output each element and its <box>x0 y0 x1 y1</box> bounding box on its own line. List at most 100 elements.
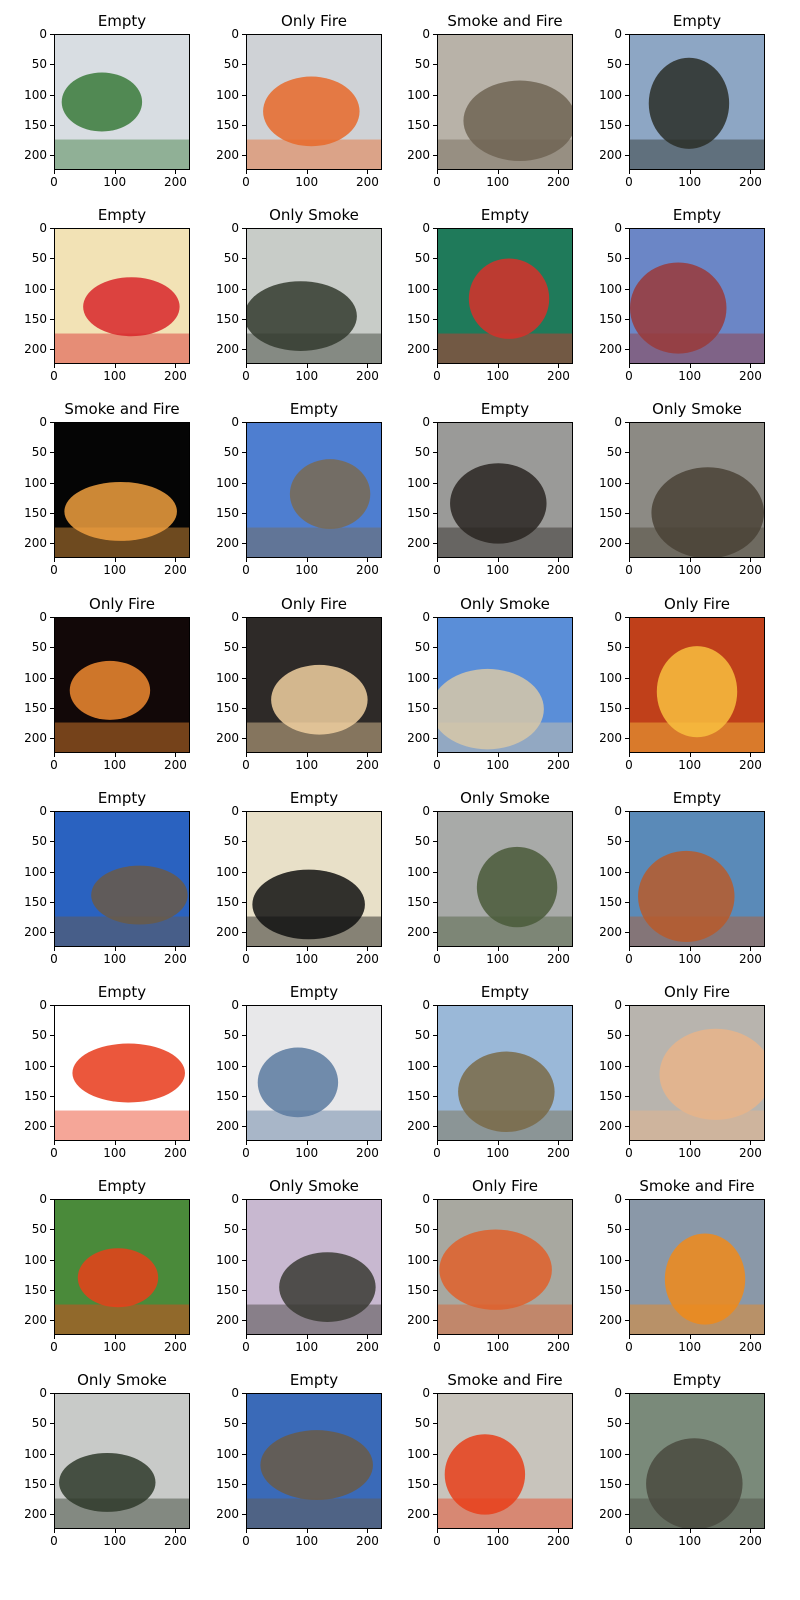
y-tick-mark <box>625 64 629 66</box>
y-tick-label: 200 <box>407 536 430 551</box>
scene-aerial-wildfire <box>438 1394 572 1528</box>
y-tick-label: 50 <box>223 1222 239 1237</box>
x-tick-label: 0 <box>625 1146 633 1160</box>
y-tick-label: 50 <box>606 57 622 72</box>
y-tick-label: 100 <box>599 864 622 879</box>
y-tick-mark <box>625 1199 629 1200</box>
y-tick-label: 0 <box>39 221 47 235</box>
y-tick-mark <box>50 1290 54 1292</box>
y-tick-label: 50 <box>31 57 47 72</box>
y-tick-mark <box>433 1005 437 1006</box>
x-tick-mark <box>367 170 369 174</box>
x-tick-label: 0 <box>242 758 250 772</box>
y-tick-mark <box>242 1199 246 1200</box>
y-tick-label: 50 <box>31 1222 47 1237</box>
y-tick-label: 0 <box>614 804 622 818</box>
x-tick-mark <box>689 1335 691 1339</box>
y-tick-label: 150 <box>599 1089 622 1104</box>
x-tick-label: 100 <box>295 952 319 966</box>
x-tick-label: 200 <box>163 563 187 577</box>
y-tick-label: 100 <box>407 1446 430 1461</box>
y-tick-label: 150 <box>216 1283 239 1298</box>
panel-image <box>54 228 190 364</box>
y-tick-label: 100 <box>599 281 622 296</box>
y-tick-mark <box>625 482 629 484</box>
panel-title: Only Fire <box>89 595 155 613</box>
y-tick-label: 0 <box>231 804 239 818</box>
y-tick-mark <box>433 871 437 873</box>
y-tick-mark <box>433 288 437 290</box>
panel-image <box>437 811 573 947</box>
y-tick-mark <box>625 871 629 873</box>
x-tick-label: 0 <box>625 563 633 577</box>
x-tick-label: 200 <box>546 175 570 189</box>
y-tick-label: 150 <box>599 1283 622 1298</box>
x-tick-mark <box>246 170 247 174</box>
x-tick-mark <box>114 1141 116 1145</box>
x-tick-mark <box>246 753 247 757</box>
x-tick-mark <box>54 170 55 174</box>
panel-image <box>246 34 382 170</box>
scene-cable-car-view <box>247 1394 381 1528</box>
y-tick-label: 0 <box>231 610 239 624</box>
y-tick-mark <box>242 677 246 679</box>
x-tick-label: 200 <box>163 175 187 189</box>
y-tick-mark <box>433 677 437 679</box>
y-tick-label: 100 <box>407 1058 430 1073</box>
y-tick-label: 50 <box>31 445 47 460</box>
scene-ground <box>55 916 189 946</box>
y-tick-mark <box>50 349 54 351</box>
y-tick-mark <box>50 932 54 934</box>
y-tick-mark <box>242 1126 246 1128</box>
x-tick-label: 0 <box>242 1146 250 1160</box>
scene-ground <box>630 722 764 752</box>
y-tick-label: 200 <box>407 1119 430 1134</box>
y-tick-mark <box>433 482 437 484</box>
y-tick-mark <box>50 647 54 649</box>
y-tick-mark <box>50 677 54 679</box>
y-tick-label: 100 <box>407 87 430 102</box>
panel-title: Only Smoke <box>460 789 550 807</box>
x-tick-label: 100 <box>103 369 127 383</box>
scene-aerial-mountains <box>55 812 189 946</box>
y-tick-label: 50 <box>606 640 622 655</box>
x-tick-mark <box>689 947 691 951</box>
x-tick-mark <box>750 1529 752 1533</box>
x-tick-mark <box>175 1529 177 1533</box>
y-tick-mark <box>625 288 629 290</box>
panel-image <box>54 617 190 753</box>
y-tick-mark <box>433 125 437 127</box>
y-tick-mark <box>625 452 629 454</box>
scene-classroom <box>630 229 764 363</box>
scene-misty-forest <box>247 1200 381 1334</box>
y-tick-label: 200 <box>407 148 430 163</box>
scene-ground <box>247 722 381 752</box>
x-tick-label: 0 <box>433 1340 441 1354</box>
scene-ground <box>630 333 764 363</box>
x-tick-label: 100 <box>678 1340 702 1354</box>
panel-title: Empty <box>289 789 339 807</box>
y-tick-mark <box>50 1514 54 1516</box>
x-tick-label: 100 <box>295 758 319 772</box>
x-tick-label: 200 <box>546 1534 570 1548</box>
scene-forest-smoke <box>247 229 381 363</box>
y-tick-mark <box>625 422 629 423</box>
y-tick-label: 0 <box>231 1386 239 1400</box>
scene-ground <box>438 916 572 946</box>
x-tick-mark <box>437 1529 438 1533</box>
x-tick-label: 0 <box>433 1146 441 1160</box>
y-tick-label: 50 <box>31 1028 47 1043</box>
x-tick-mark <box>629 364 630 368</box>
y-tick-mark <box>50 902 54 904</box>
y-tick-mark <box>433 1096 437 1098</box>
y-tick-label: 100 <box>407 670 430 685</box>
x-tick-label: 200 <box>355 369 379 383</box>
scene-ground <box>247 333 381 363</box>
y-tick-label: 0 <box>39 804 47 818</box>
y-tick-mark <box>242 422 246 423</box>
y-tick-mark <box>242 617 246 618</box>
x-tick-mark <box>54 1529 55 1533</box>
y-tick-mark <box>242 1453 246 1455</box>
x-tick-label: 0 <box>433 563 441 577</box>
x-tick-label: 200 <box>163 1534 187 1548</box>
